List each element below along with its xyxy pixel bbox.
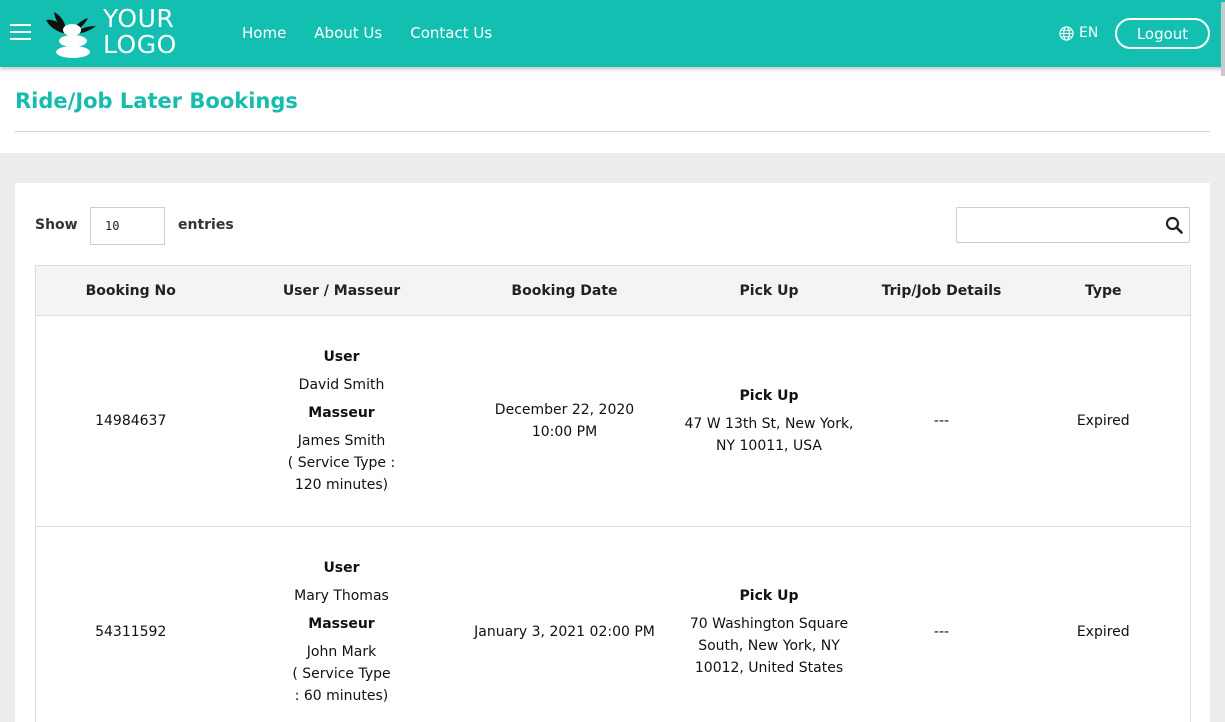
header-booking-no[interactable]: Booking No (35, 265, 226, 316)
search-input[interactable] (957, 208, 1157, 242)
scrollbar-thumb[interactable] (1221, 2, 1225, 76)
divider (15, 131, 1210, 132)
user-label: User (323, 560, 360, 576)
masseur-label: Masseur (308, 616, 375, 632)
search-icon[interactable] (1165, 216, 1183, 234)
entries-label: entries (178, 217, 234, 233)
pick-up-label: Pick Up (739, 588, 799, 604)
top-navbar: YOUR LOGO Home About Us Contact Us EN Lo… (0, 0, 1225, 67)
user-name: Mary Thomas (294, 588, 389, 604)
pick-up-address: 47 W 13th St, New York, NY 10011, USA (684, 416, 854, 454)
masseur-name: James Smith (297, 433, 386, 449)
header-pick-up[interactable]: Pick Up (671, 265, 867, 316)
user-masseur-cell: User David Smith Masseur James Smith ( S… (225, 315, 458, 527)
type-cell: Expired (1016, 526, 1191, 722)
page-title: Ride/Job Later Bookings (15, 89, 298, 113)
nav-contact-us[interactable]: Contact Us (410, 23, 492, 43)
booking-no-cell: 14984637 (35, 315, 226, 527)
nav-about-us[interactable]: About Us (314, 23, 382, 43)
language-label: EN (1079, 25, 1099, 41)
header-type[interactable]: Type (1016, 265, 1191, 316)
main-nav: Home About Us Contact Us (242, 23, 492, 43)
logo-line-1: YOUR (103, 4, 175, 33)
bookings-card: Show 10 entries Booking No User / Masseu… (15, 183, 1210, 722)
service-type: ( Service Type : 120 minutes) (287, 455, 396, 493)
user-masseur-cell: User Mary Thomas Masseur John Mark ( Ser… (225, 526, 458, 722)
bookings-table: Booking No User / Masseur Booking Date P… (35, 265, 1191, 722)
masseur-label: Masseur (308, 405, 375, 421)
table-header-row: Booking No User / Masseur Booking Date P… (35, 265, 1191, 316)
user-name: David Smith (298, 377, 385, 393)
pick-up-cell: Pick Up 70 Washington Square South, New … (671, 526, 867, 722)
nav-home[interactable]: Home (242, 23, 286, 43)
logo-text[interactable]: YOUR LOGO (103, 6, 177, 58)
trip-details-cell: --- (866, 315, 1017, 527)
masseur-name: John Mark (306, 644, 377, 660)
type-cell: Expired (1016, 315, 1191, 527)
hamburger-menu-icon[interactable] (10, 24, 31, 42)
bookings-table-wrapper: Booking No User / Masseur Booking Date P… (35, 265, 1191, 722)
booking-no-cell: 54311592 (35, 526, 226, 722)
header-user-masseur[interactable]: User / Masseur (225, 265, 458, 316)
header-booking-date[interactable]: Booking Date (457, 265, 672, 316)
search-box (956, 207, 1190, 243)
pick-up-cell: Pick Up 47 W 13th St, New York, NY 10011… (671, 315, 867, 527)
table-row: 14984637 User David Smith Masseur James … (35, 315, 1191, 527)
booking-date-cell: January 3, 2021 02:00 PM (457, 526, 672, 722)
table-row: 54311592 User Mary Thomas Masseur John M… (35, 526, 1191, 722)
pick-up-label: Pick Up (739, 388, 799, 404)
logo-line-2: LOGO (103, 30, 177, 59)
service-type: ( Service Type : 60 minutes) (292, 666, 391, 704)
language-selector[interactable]: EN (1059, 23, 1098, 43)
logo-stones-icon (46, 12, 96, 58)
entries-select[interactable]: 10 (90, 207, 165, 245)
trip-details-cell: --- (866, 526, 1017, 722)
booking-date-cell: December 22, 2020 10:00 PM (457, 315, 672, 527)
user-label: User (323, 349, 360, 365)
globe-icon (1059, 25, 1074, 41)
title-section: Ride/Job Later Bookings (0, 67, 1225, 153)
logout-button[interactable]: Logout (1115, 18, 1210, 49)
header-trip-job-details[interactable]: Trip/Job Details (866, 265, 1017, 316)
pick-up-address: 70 Washington Square South, New York, NY… (689, 616, 849, 676)
show-label: Show (35, 217, 78, 233)
